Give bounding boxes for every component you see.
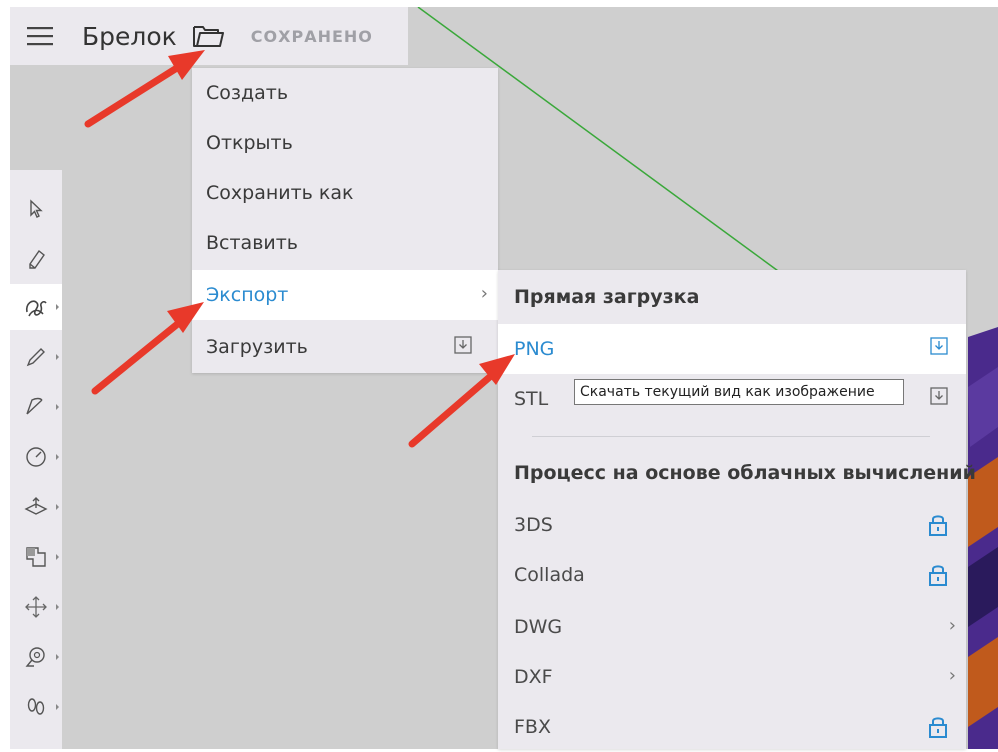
select-arrow-icon[interactable] (10, 186, 62, 232)
download-icon (930, 337, 948, 360)
chevron-right-icon: › (948, 615, 956, 636)
folder-icon[interactable] (183, 7, 233, 65)
hamburger-icon[interactable] (10, 7, 70, 65)
export-item-dxf[interactable]: DXF › (498, 652, 966, 702)
lock-icon (928, 513, 948, 542)
export-submenu: Прямая загрузка PNG STL Процесс на основ… (498, 270, 976, 752)
direct-download-header: Прямая загрузка (514, 286, 700, 308)
menu-item-label: Загрузить (206, 336, 308, 358)
arc-icon[interactable] (10, 384, 62, 430)
export-item-png[interactable]: PNG (498, 324, 966, 374)
export-item-label: 3DS (514, 514, 553, 536)
download-icon (930, 387, 948, 410)
export-item-label: Collada (514, 564, 585, 586)
export-item-label: FBX (514, 716, 551, 738)
top-bar: Брелок СОХРАНЕНО (10, 7, 408, 65)
menu-item-create[interactable]: Создать (192, 68, 498, 118)
offset-icon[interactable] (10, 534, 62, 580)
cloud-processing-header: Процесс на основе облачных вычислений (514, 462, 976, 484)
export-item-fbx[interactable]: FBX (498, 702, 966, 752)
push-pull-icon[interactable] (10, 484, 62, 530)
png-tooltip: Скачать текущий вид как изображение (574, 379, 904, 405)
file-menu: Создать Открыть Сохранить как Вставить Э… (192, 68, 498, 373)
eraser-icon[interactable] (10, 236, 62, 282)
footsteps-icon[interactable] (10, 684, 62, 730)
menu-item-export[interactable]: Экспорт › (192, 270, 498, 320)
saved-status: СОХРАНЕНО (250, 26, 373, 46)
export-item-3ds[interactable]: 3DS (498, 500, 966, 550)
export-item-label: STL (514, 388, 549, 410)
circle-icon[interactable] (10, 434, 62, 480)
download-icon (454, 336, 472, 359)
menu-item-insert[interactable]: Вставить (192, 218, 498, 268)
model-fragment (968, 327, 998, 749)
lock-icon (928, 715, 948, 744)
chevron-right-icon: › (948, 665, 956, 686)
export-item-label: DWG (514, 616, 563, 638)
left-toolbar (10, 170, 62, 749)
export-item-label: PNG (514, 338, 555, 360)
export-item-dwg[interactable]: DWG › (498, 602, 966, 652)
menu-item-label: Открыть (206, 132, 293, 154)
pencil-icon[interactable] (10, 334, 62, 380)
menu-item-label: Вставить (206, 232, 299, 254)
export-item-collada[interactable]: Collada (498, 550, 966, 600)
chevron-right-icon: › (480, 283, 488, 304)
menu-item-label: Сохранить как (206, 182, 354, 204)
tape-measure-icon[interactable] (10, 634, 62, 680)
freehand-icon[interactable] (10, 284, 62, 330)
menu-item-save-as[interactable]: Сохранить как (192, 168, 498, 218)
export-item-label: DXF (514, 666, 553, 688)
menu-item-open[interactable]: Открыть (192, 118, 498, 168)
move-icon[interactable] (10, 584, 62, 630)
document-title[interactable]: Брелок (82, 22, 177, 51)
lock-icon (928, 563, 948, 592)
menu-item-label: Экспорт (206, 284, 289, 306)
menu-item-upload[interactable]: Загрузить (192, 322, 498, 372)
menu-divider (532, 436, 930, 437)
menu-item-label: Создать (206, 82, 289, 104)
